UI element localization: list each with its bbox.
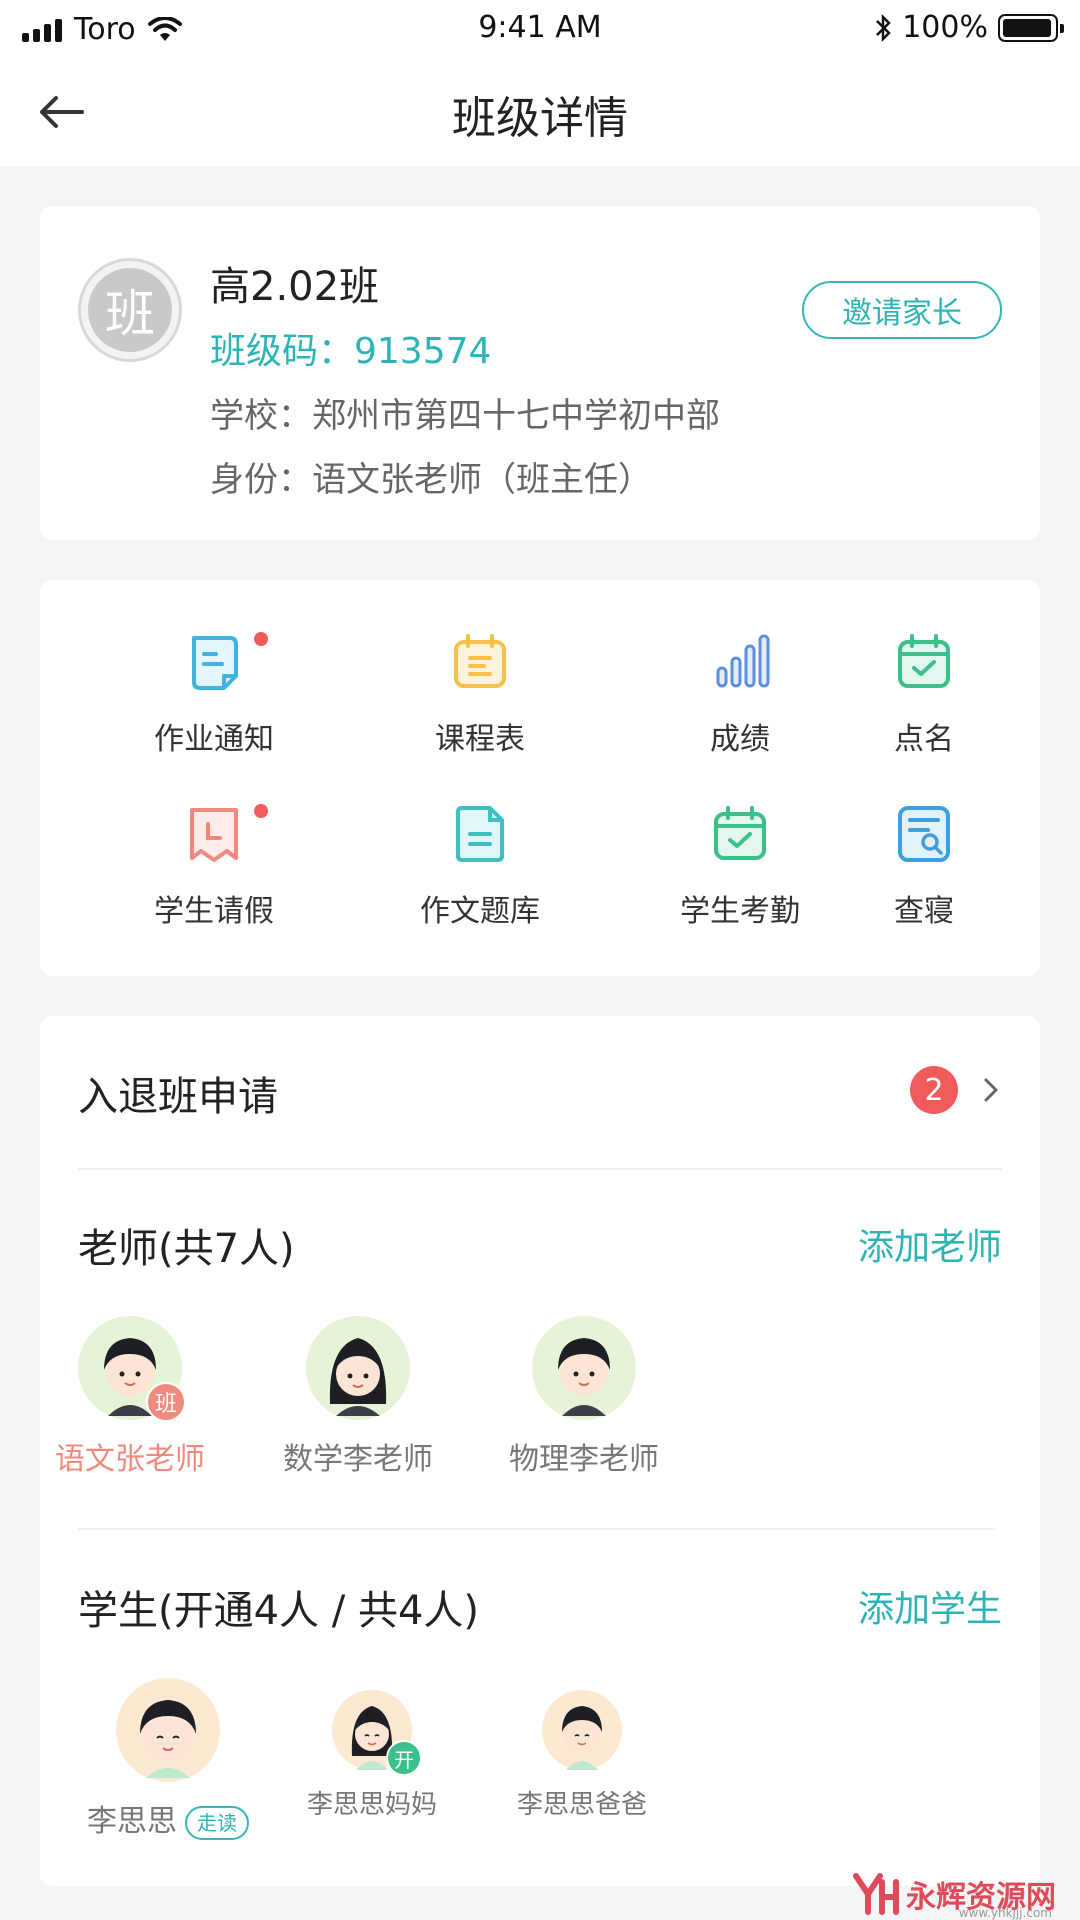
- essay-bank-icon: [456, 806, 504, 862]
- watermark-logo-icon: [853, 1873, 899, 1915]
- bluetooth-icon: [876, 13, 891, 42]
- add-student-button[interactable]: 添加学生: [858, 1580, 1002, 1632]
- student-name: 李思思爸爸: [516, 1790, 647, 1820]
- roll-call-icon: [898, 634, 950, 688]
- request-count-badge: 2: [910, 1066, 958, 1114]
- notification-dot: [254, 804, 268, 818]
- status-bar: Toro 9:41 AM 100%: [0, 0, 1080, 60]
- feature-label: 点名: [894, 722, 954, 757]
- class-logo-char: 班: [88, 268, 172, 352]
- section-divider: [78, 1528, 996, 1530]
- head-teacher-tag: 班: [146, 1382, 186, 1422]
- watermark-url: www.yhkjjj.com: [958, 1906, 1052, 1920]
- homework-notice-icon: [192, 636, 238, 690]
- nav-bar: 班级详情: [0, 60, 1080, 166]
- feature-label: 查寝: [894, 894, 954, 929]
- feature-attendance[interactable]: 学生考勤: [620, 804, 860, 954]
- class-name: 高2.02班: [210, 264, 380, 310]
- feature-homework-notice[interactable]: 作业通知: [94, 632, 334, 782]
- student-name: 李思思妈妈: [306, 1790, 437, 1820]
- schedule-icon: [454, 634, 506, 688]
- class-code: 班级码：913574: [210, 331, 492, 372]
- day-student-badge: 走读: [185, 1805, 249, 1840]
- student-item[interactable]: 李思思爸爸: [492, 1690, 672, 1821]
- class-info-card: 班 高2.02班 班级码：913574 学校：郑州市第四十七中学初中部 身份：语…: [40, 206, 1040, 540]
- feature-grades[interactable]: 成绩: [620, 632, 860, 782]
- teacher-name: 物理李老师: [509, 1442, 659, 1477]
- student-item[interactable]: 开 李思思妈妈: [282, 1690, 462, 1821]
- class-role: 身份：语文张老师（班主任）: [210, 460, 652, 500]
- teacher-item[interactable]: 物理李老师: [494, 1316, 674, 1478]
- battery-icon: [998, 13, 1064, 42]
- activated-tag: 开: [386, 1740, 422, 1776]
- watermark: 永辉资源网 www.yhkjjj.com: [850, 1872, 1056, 1920]
- feature-schedule[interactable]: 课程表: [360, 632, 600, 782]
- feature-leave-request[interactable]: 学生请假: [94, 804, 334, 954]
- students-section-title: 学生(开通4人 / 共4人): [78, 1588, 480, 1634]
- student-name: 李思思: [87, 1804, 177, 1839]
- members-card: 入退班申请 2 老师(共7人) 添加老师 班 语文张老师 数学李老师 物理李老师…: [40, 1016, 1040, 1886]
- class-logo: 班: [78, 258, 182, 362]
- teacher-item[interactable]: 数学李老师: [268, 1316, 448, 1478]
- join-leave-request-title: 入退班申请: [78, 1074, 278, 1120]
- dorm-check-icon: [898, 806, 950, 862]
- leave-request-icon: [190, 808, 238, 862]
- student-name-row: 李思思 走读: [68, 1796, 268, 1840]
- join-leave-request-row[interactable]: 入退班申请 2: [78, 1016, 1002, 1170]
- teacher-item[interactable]: 班 语文张老师: [40, 1316, 220, 1478]
- page-title: 班级详情: [452, 93, 628, 144]
- feature-label: 课程表: [435, 722, 525, 757]
- teacher-name: 数学李老师: [283, 1442, 433, 1477]
- feature-label: 成绩: [710, 722, 770, 757]
- feature-label: 学生考勤: [680, 894, 800, 929]
- feature-label: 学生请假: [154, 894, 274, 929]
- chevron-right-icon: [984, 1078, 998, 1102]
- status-right: 100%: [874, 10, 1064, 45]
- feature-label: 作文题库: [420, 894, 540, 929]
- feature-essay-bank[interactable]: 作文题库: [360, 804, 600, 954]
- teacher-avatar: [532, 1316, 636, 1420]
- feature-label: 作业通知: [154, 722, 274, 757]
- notification-dot: [254, 632, 268, 646]
- features-grid: 作业通知 课程表 成绩 点名 学生请假 作文题库 学生考勤 查寝: [40, 580, 1040, 976]
- parent-avatar: [542, 1690, 622, 1770]
- student-avatar: [116, 1678, 220, 1782]
- teacher-name: 语文张老师: [55, 1442, 205, 1477]
- feature-roll-call[interactable]: 点名: [854, 632, 994, 782]
- parent-avatar: 开: [332, 1690, 422, 1776]
- student-item[interactable]: 李思思 走读: [68, 1678, 268, 1840]
- grades-bar-icon: [716, 634, 770, 688]
- attendance-icon: [714, 806, 766, 860]
- teachers-section-title: 老师(共7人): [78, 1226, 295, 1272]
- invite-parent-button[interactable]: 邀请家长: [802, 281, 1002, 339]
- feature-dorm-check[interactable]: 查寝: [854, 804, 994, 954]
- teacher-avatar: 班: [78, 1316, 186, 1422]
- teacher-avatar: [306, 1316, 410, 1420]
- add-teacher-button[interactable]: 添加老师: [858, 1218, 1002, 1270]
- class-school: 学校：郑州市第四十七中学初中部: [210, 396, 720, 436]
- battery-percent: 100%: [902, 10, 988, 45]
